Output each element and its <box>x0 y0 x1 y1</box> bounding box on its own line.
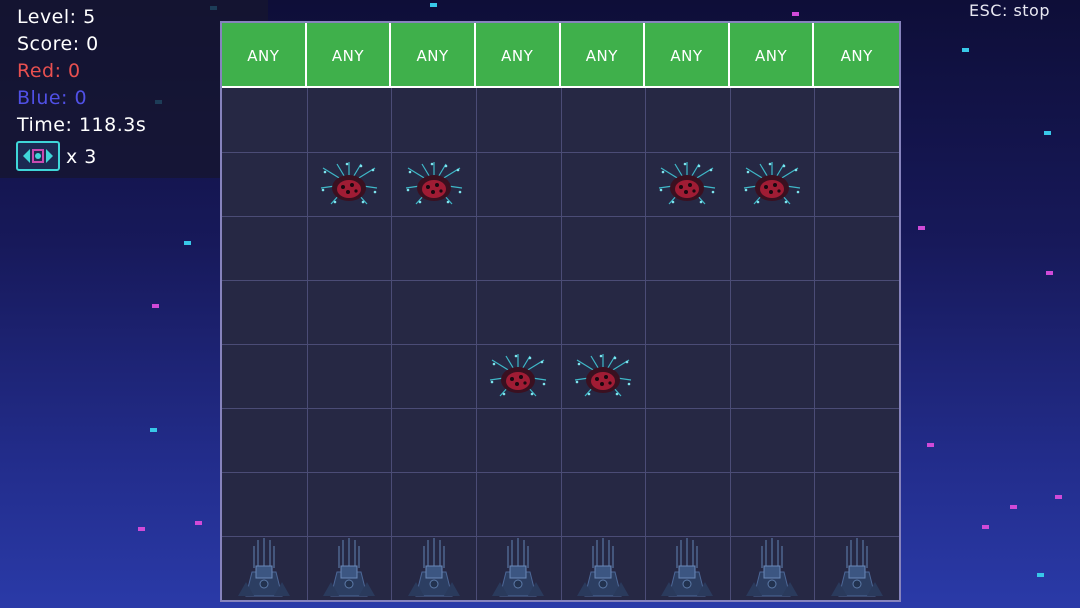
star <box>982 525 989 529</box>
star <box>138 527 145 531</box>
spore-enemy-icon[interactable] <box>402 158 466 210</box>
column-header-5[interactable]: ANY <box>560 23 646 88</box>
spore-enemy-icon[interactable] <box>486 350 550 402</box>
turret-icon[interactable] <box>404 536 464 598</box>
star <box>1044 131 1051 135</box>
column-header-8[interactable]: ANY <box>814 23 899 88</box>
star <box>195 521 202 525</box>
turret-icon[interactable] <box>234 536 294 598</box>
star <box>430 3 437 7</box>
game-board[interactable]: ANY ANY ANY ANY ANY ANY ANY ANY <box>220 21 901 602</box>
grid-line-horizontal <box>222 472 899 473</box>
spore-enemy-icon[interactable] <box>571 350 635 402</box>
red-count-label: Red: 0 <box>17 60 81 82</box>
column-header-2[interactable]: ANY <box>306 23 392 88</box>
blue-count-label: Blue: 0 <box>17 87 88 109</box>
star <box>152 304 159 308</box>
grid-line-horizontal <box>222 344 899 345</box>
star <box>1055 495 1062 499</box>
ship-emblem-icon <box>16 141 60 171</box>
star <box>927 443 934 447</box>
turret-icon[interactable] <box>827 536 887 598</box>
star <box>1010 505 1017 509</box>
score-label: Score: 0 <box>17 33 99 55</box>
star <box>962 48 969 52</box>
column-header-3[interactable]: ANY <box>391 23 476 88</box>
grid-line-horizontal <box>222 408 899 409</box>
spore-enemy-icon[interactable] <box>740 158 804 210</box>
time-label: Time: 118.3s <box>17 114 147 136</box>
star <box>1046 271 1053 275</box>
star <box>184 241 191 245</box>
turret-icon[interactable] <box>573 536 633 598</box>
turret-icon[interactable] <box>488 536 548 598</box>
turret-icon[interactable] <box>319 536 379 598</box>
grid-line-horizontal <box>222 152 899 153</box>
turret-icon[interactable] <box>742 536 802 598</box>
star <box>918 226 925 230</box>
spore-enemy-icon[interactable] <box>655 158 719 210</box>
star <box>150 428 157 432</box>
column-header-4[interactable]: ANY <box>475 23 561 88</box>
grid-line-horizontal <box>222 216 899 217</box>
column-header-7[interactable]: ANY <box>729 23 815 88</box>
star <box>792 12 799 16</box>
esc-hint: ESC: stop <box>969 1 1050 20</box>
spore-enemy-icon[interactable] <box>317 158 381 210</box>
column-header-1[interactable]: ANY <box>222 23 307 88</box>
grid-line-horizontal <box>222 280 899 281</box>
column-header-6[interactable]: ANY <box>645 23 730 88</box>
turret-icon[interactable] <box>657 536 717 598</box>
star <box>1037 573 1044 577</box>
level-label: Level: 5 <box>17 6 96 28</box>
lives-count-label: x 3 <box>66 146 97 168</box>
